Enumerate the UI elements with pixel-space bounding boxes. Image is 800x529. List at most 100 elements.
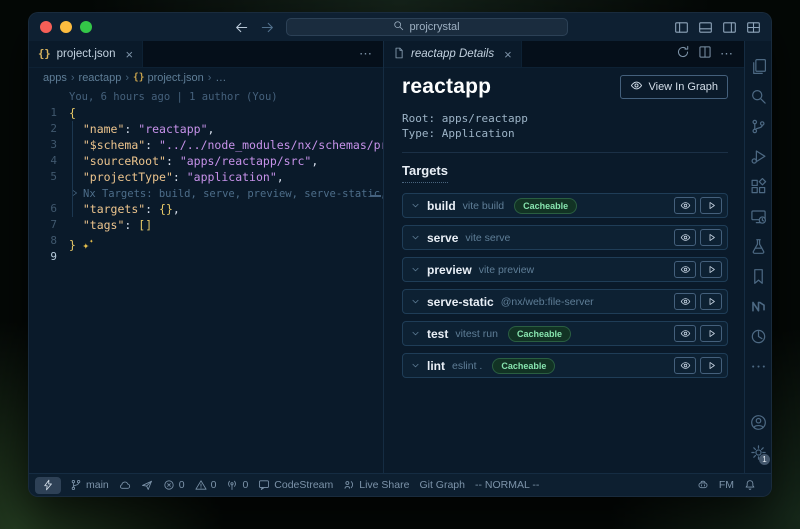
titlebar: projcrystal xyxy=(29,13,771,41)
close-window-button[interactable] xyxy=(40,21,52,33)
view-target-button[interactable] xyxy=(674,261,696,278)
code-line: 3 "$schema": "../../node_modules/nx/sche… xyxy=(29,137,383,153)
code-line: 7 "tags": [] xyxy=(29,217,383,233)
breadcrumb-item-more[interactable]: … xyxy=(215,72,226,84)
maximize-window-button[interactable] xyxy=(80,21,92,33)
pie-clock-icon xyxy=(750,328,767,345)
activity-item-run-debug[interactable] xyxy=(745,141,771,171)
minimize-window-button[interactable] xyxy=(60,21,72,33)
chevron-down-icon[interactable] xyxy=(410,200,421,211)
status-remote[interactable] xyxy=(35,477,61,494)
target-row-serve-static[interactable]: serve-static@nx/web:file-server xyxy=(402,289,728,314)
status-git-branch[interactable]: main xyxy=(65,474,114,496)
command-center-search[interactable]: projcrystal xyxy=(286,18,568,36)
chevron-down-icon[interactable] xyxy=(410,232,421,243)
code-line-text: "sourceRoot": "apps/reactapp/src", xyxy=(69,153,318,169)
close-tab-icon[interactable]: × xyxy=(125,48,133,61)
indent-guide xyxy=(72,121,73,217)
view-target-button[interactable] xyxy=(674,325,696,342)
target-row-serve[interactable]: servevite serve xyxy=(402,225,728,250)
tab-reactapp-details[interactable]: reactapp Details × xyxy=(384,41,522,67)
panel-more-actions-icon[interactable]: ⋯ xyxy=(720,46,734,62)
run-target-button[interactable] xyxy=(700,325,722,342)
play-icon xyxy=(706,296,717,307)
editor-group-right: reactapp Details × ⋯ reactapp View In Gr… xyxy=(384,41,744,473)
activity-item-bookmark[interactable] xyxy=(745,261,771,291)
refresh-icon[interactable] xyxy=(676,45,690,64)
status-codestream[interactable]: CodeStream xyxy=(253,474,338,496)
target-row-lint[interactable]: linteslint .Cacheable xyxy=(402,353,728,378)
editor-more-actions-icon[interactable]: ⋯ xyxy=(359,46,373,62)
chevron-down-icon[interactable] xyxy=(410,264,421,275)
play-icon xyxy=(706,360,717,371)
breadcrumb-item-project.json[interactable]: {}project.json xyxy=(133,72,204,84)
chevron-down-icon[interactable] xyxy=(410,328,421,339)
toggle-panel-left-button[interactable] xyxy=(673,19,690,36)
view-target-button[interactable] xyxy=(674,293,696,310)
status-live-share[interactable]: Live Share xyxy=(338,474,414,496)
status-git-graph[interactable]: Git Graph xyxy=(414,474,470,496)
status-ports[interactable]: 0 xyxy=(221,474,253,496)
line-number: 2 xyxy=(29,121,57,137)
chevron-down-icon[interactable] xyxy=(410,296,421,307)
search-icon xyxy=(393,20,404,34)
target-row-test[interactable]: testvitest runCacheable xyxy=(402,321,728,346)
view-target-button[interactable] xyxy=(674,357,696,374)
eye-icon xyxy=(680,296,691,307)
code-editor[interactable]: You, 6 hours ago | 1 author (You) 1{2 "n… xyxy=(29,87,383,473)
close-tab-icon[interactable]: × xyxy=(504,48,512,61)
run-target-button[interactable] xyxy=(700,357,722,374)
view-target-button[interactable] xyxy=(674,197,696,214)
split-editor-icon[interactable] xyxy=(698,45,712,64)
back-button[interactable] xyxy=(233,19,250,36)
activity-item-extensions[interactable] xyxy=(745,171,771,201)
activity-item-settings[interactable]: 1 xyxy=(745,437,771,467)
target-row-preview[interactable]: previewvite preview xyxy=(402,257,728,282)
toggle-panel-right-button[interactable] xyxy=(721,19,738,36)
activity-item-ellipsis[interactable] xyxy=(745,351,771,381)
layout-icon xyxy=(746,20,761,35)
test-beaker-icon xyxy=(750,238,767,255)
activity-item-explorer[interactable] xyxy=(745,51,771,81)
forward-button[interactable] xyxy=(259,19,276,36)
status-format[interactable]: FM xyxy=(714,474,739,496)
code-line: 4 "sourceRoot": "apps/reactapp/src", xyxy=(29,153,383,169)
activity-item-test-beaker[interactable] xyxy=(745,231,771,261)
run-target-button[interactable] xyxy=(700,261,722,278)
status-sync[interactable] xyxy=(114,474,136,496)
status-errors[interactable]: 0 xyxy=(158,474,190,496)
run-target-button[interactable] xyxy=(700,293,722,310)
remote-explorer-icon xyxy=(750,208,767,225)
codelens-text[interactable]: Nx Targets: build, serve, preview, serve… xyxy=(69,185,383,201)
tab-label: project.json xyxy=(57,48,116,60)
codestream-icon xyxy=(258,479,270,491)
activity-item-source-control[interactable] xyxy=(745,111,771,141)
activity-item-nx-console[interactable] xyxy=(745,291,771,321)
target-name: serve-static xyxy=(427,295,494,309)
toggle-layout-button[interactable] xyxy=(745,19,762,36)
status-vim-mode[interactable]: -- NORMAL -- xyxy=(470,474,544,496)
status-copilot[interactable] xyxy=(692,474,714,496)
eye-icon xyxy=(680,200,691,211)
target-row-build[interactable]: buildvite buildCacheable xyxy=(402,193,728,218)
run-target-button[interactable] xyxy=(700,197,722,214)
run-target-button[interactable] xyxy=(700,229,722,246)
chevron-down-icon[interactable] xyxy=(410,360,421,371)
view-in-graph-button[interactable]: View In Graph xyxy=(620,75,728,99)
view-target-button[interactable] xyxy=(674,229,696,246)
breadcrumb-item-apps[interactable]: apps xyxy=(43,72,67,84)
breadcrumb-item-reactapp[interactable]: reactapp xyxy=(79,72,122,84)
activity-item-pie-clock[interactable] xyxy=(745,321,771,351)
status-warnings[interactable]: 0 xyxy=(190,474,222,496)
tab-project-json[interactable]: {} project.json × xyxy=(29,41,143,67)
status-publish[interactable] xyxy=(136,474,158,496)
toggle-panel-bottom-button[interactable] xyxy=(697,19,714,36)
activity-item-remote-explorer[interactable] xyxy=(745,201,771,231)
status-notifications[interactable] xyxy=(739,474,761,496)
activity-item-account[interactable] xyxy=(745,407,771,437)
gitlens-blame[interactable]: You, 6 hours ago | 1 author (You) xyxy=(69,89,278,105)
activity-item-search[interactable] xyxy=(745,81,771,111)
breadcrumb: apps›reactapp›{}project.json›… xyxy=(29,68,383,87)
refresh-icon xyxy=(676,45,690,59)
error-icon xyxy=(163,479,175,491)
